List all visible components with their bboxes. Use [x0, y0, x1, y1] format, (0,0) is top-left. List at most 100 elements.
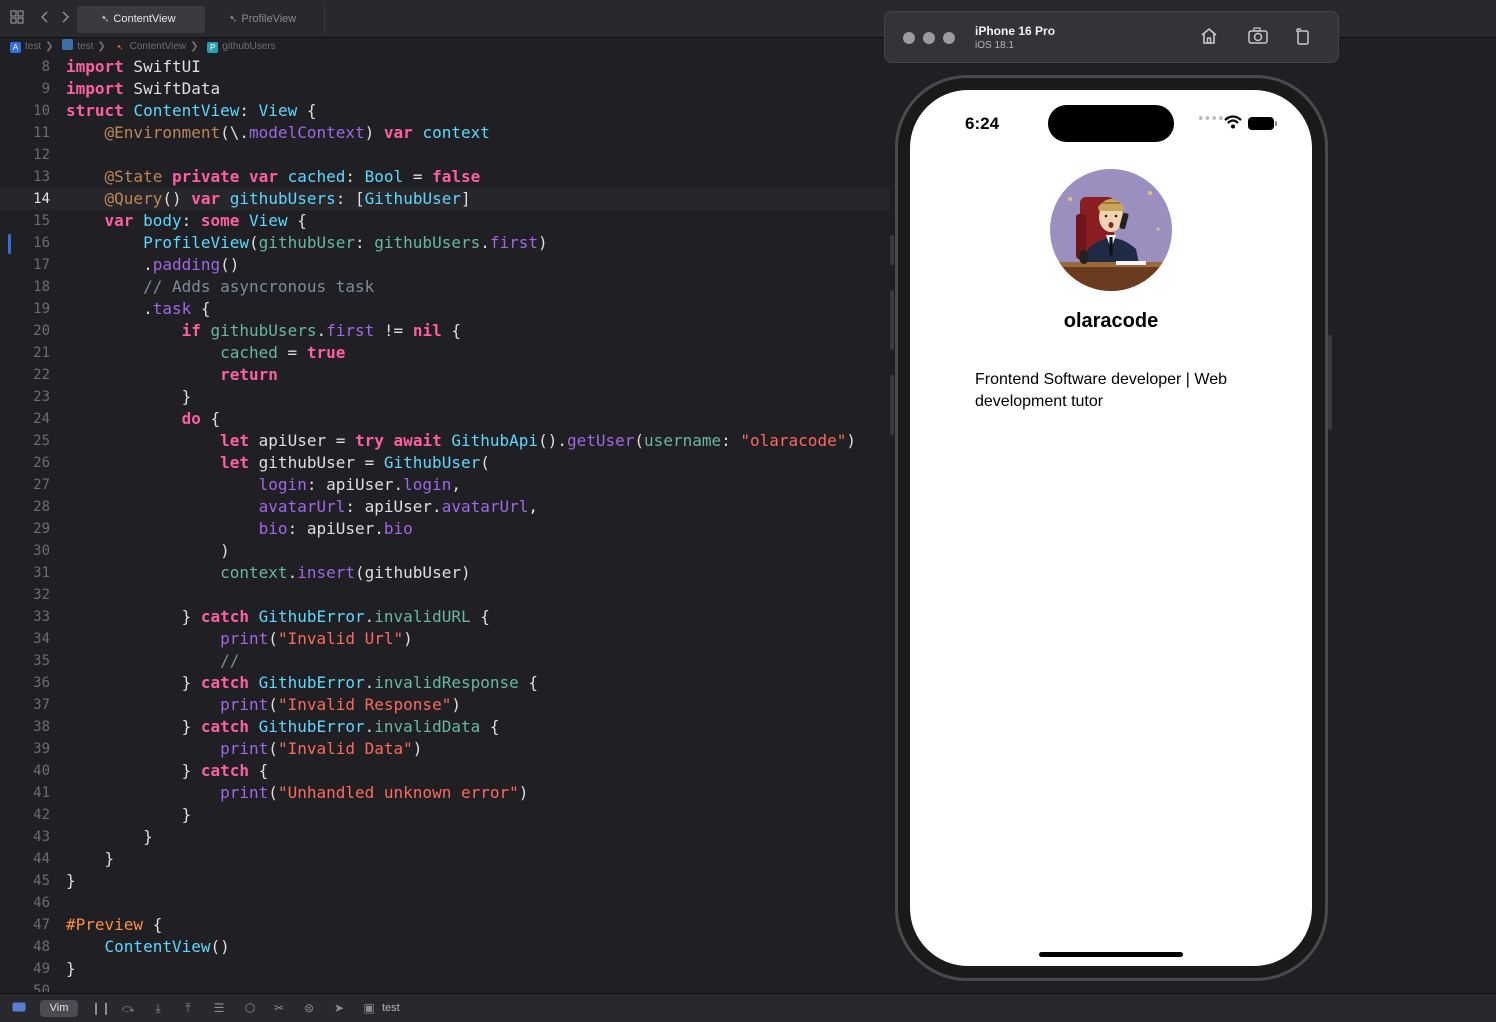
code-line[interactable]: 22 return: [0, 364, 890, 386]
code-text[interactable]: print("Invalid Data"): [66, 738, 422, 760]
code-text[interactable]: }: [66, 826, 153, 848]
code-text[interactable]: let apiUser = try await GithubApi().getU…: [66, 430, 856, 452]
code-line[interactable]: 13 @State private var cached: Bool = fal…: [0, 166, 890, 188]
code-line[interactable]: 43 }: [0, 826, 890, 848]
code-line[interactable]: 40 } catch {: [0, 760, 890, 782]
code-line[interactable]: 35 //: [0, 650, 890, 672]
code-text[interactable]: print("Invalid Response"): [66, 694, 461, 716]
code-text[interactable]: @State private var cached: Bool = false: [66, 166, 481, 188]
code-line[interactable]: 20 if githubUsers.first != nil {: [0, 320, 890, 342]
code-line[interactable]: 23 }: [0, 386, 890, 408]
breadcrumb-symbol[interactable]: githubUsers: [222, 38, 275, 56]
code-text[interactable]: let githubUser = GithubUser(: [66, 452, 490, 474]
rotate-icon[interactable]: [1291, 26, 1315, 50]
code-line[interactable]: 21 cached = true: [0, 342, 890, 364]
location-icon[interactable]: ➤: [332, 1001, 346, 1015]
code-text[interactable]: }: [66, 870, 76, 892]
code-text[interactable]: ContentView(): [66, 936, 230, 958]
code-line[interactable]: 36 } catch GithubError.invalidResponse {: [0, 672, 890, 694]
pause-icon[interactable]: ❙❙: [91, 1001, 111, 1015]
code-line[interactable]: 26 let githubUser = GithubUser(: [0, 452, 890, 474]
scheme-label[interactable]: test: [382, 1002, 400, 1014]
back-chevron-icon[interactable]: [36, 10, 54, 28]
code-text[interactable]: ProfileView(githubUser: githubUsers.firs…: [66, 232, 548, 254]
code-text[interactable]: .padding(): [66, 254, 239, 276]
code-line[interactable]: 14 @Query() var githubUsers: [GithubUser…: [0, 188, 890, 210]
code-line[interactable]: 39 print("Invalid Data"): [0, 738, 890, 760]
step-into-icon[interactable]: ⤓: [151, 1001, 165, 1015]
code-line[interactable]: 46: [0, 892, 890, 914]
step-out-icon[interactable]: ⤒: [181, 1001, 195, 1015]
power-button[interactable]: [1328, 335, 1332, 430]
code-text[interactable]: cached = true: [66, 342, 345, 364]
screenshot-icon[interactable]: [1246, 26, 1270, 50]
code-line[interactable]: 32: [0, 584, 890, 606]
volume-down-button[interactable]: [890, 375, 894, 435]
code-text[interactable]: login: apiUser.login,: [66, 474, 461, 496]
code-text[interactable]: return: [66, 364, 278, 386]
code-line[interactable]: 34 print("Invalid Url"): [0, 628, 890, 650]
code-text[interactable]: //: [66, 650, 239, 672]
code-text[interactable]: var body: some View {: [66, 210, 307, 232]
code-line[interactable]: 17 .padding(): [0, 254, 890, 276]
code-text[interactable]: print("Unhandled unknown error"): [66, 782, 528, 804]
code-text[interactable]: } catch {: [66, 760, 269, 782]
breadcrumb-folder[interactable]: test: [77, 38, 93, 56]
code-text[interactable]: .task {: [66, 298, 210, 320]
code-text[interactable]: import SwiftData: [66, 78, 220, 100]
window-dot[interactable]: [943, 32, 955, 44]
code-line[interactable]: 48 ContentView(): [0, 936, 890, 958]
code-text[interactable]: bio: apiUser.bio: [66, 518, 413, 540]
vim-mode-badge[interactable]: Vim: [40, 1000, 78, 1017]
code-text[interactable]: import SwiftUI: [66, 56, 201, 78]
code-text[interactable]: ): [66, 540, 230, 562]
code-line[interactable]: 27 login: apiUser.login,: [0, 474, 890, 496]
code-editor[interactable]: 8 import SwiftUI 9 import SwiftData 10 struct…: [0, 56, 890, 992]
code-line[interactable]: 8 import SwiftUI: [0, 56, 890, 78]
code-line[interactable]: 42 }: [0, 804, 890, 826]
code-line[interactable]: 30 ): [0, 540, 890, 562]
code-line[interactable]: 16 ProfileView(githubUser: githubUsers.f…: [0, 232, 890, 254]
code-line[interactable]: 25 let apiUser = try await GithubApi().g…: [0, 430, 890, 452]
code-text[interactable]: } catch GithubError.invalidURL {: [66, 606, 490, 628]
code-line[interactable]: 45}: [0, 870, 890, 892]
code-line[interactable]: 33 } catch GithubError.invalidURL {: [0, 606, 890, 628]
window-dot[interactable]: [923, 32, 935, 44]
code-text[interactable]: }: [66, 958, 76, 980]
code-line[interactable]: 19 .task {: [0, 298, 890, 320]
code-text[interactable]: }: [66, 848, 115, 870]
code-text[interactable]: avatarUrl: apiUser.avatarUrl,: [66, 496, 538, 518]
code-line[interactable]: 49}: [0, 958, 890, 980]
code-text[interactable]: } catch GithubError.invalidResponse {: [66, 672, 538, 694]
code-text[interactable]: context.insert(githubUser): [66, 562, 470, 584]
code-line[interactable]: 41 print("Unhandled unknown error"): [0, 782, 890, 804]
step-over-icon[interactable]: ⤼: [121, 1001, 135, 1015]
tab-contentview[interactable]: ➷ ContentView: [77, 6, 205, 33]
breadcrumb-file[interactable]: ContentView: [130, 38, 187, 56]
code-line[interactable]: 12: [0, 144, 890, 166]
code-text[interactable]: // Adds asyncronous task: [66, 276, 374, 298]
code-text[interactable]: } catch GithubError.invalidData {: [66, 716, 500, 738]
home-indicator[interactable]: [1039, 952, 1183, 957]
code-text[interactable]: }: [66, 804, 192, 826]
code-line[interactable]: 10 struct ContentView: View {: [0, 100, 890, 122]
code-text[interactable]: if githubUsers.first != nil {: [66, 320, 461, 342]
code-line[interactable]: 15 var body: some View {: [0, 210, 890, 232]
code-line[interactable]: 44 }: [0, 848, 890, 870]
breadcrumb-project[interactable]: test: [25, 38, 41, 56]
tab-profileview[interactable]: ➷ ProfileView: [205, 6, 325, 33]
code-line[interactable]: 24 do {: [0, 408, 890, 430]
code-text[interactable]: }: [66, 386, 192, 408]
view-hierarchy-icon[interactable]: ☰: [212, 1001, 226, 1015]
code-line[interactable]: 18 // Adds asyncronous task: [0, 276, 890, 298]
code-line[interactable]: 47 #Preview {: [0, 914, 890, 936]
toggle-panel-icon[interactable]: [12, 1001, 26, 1015]
code-text[interactable]: print("Invalid Url"): [66, 628, 413, 650]
grid-icon[interactable]: [8, 10, 26, 28]
code-text[interactable]: do {: [66, 408, 221, 430]
code-line[interactable]: 37 print("Invalid Response"): [0, 694, 890, 716]
code-line[interactable]: 28 avatarUrl: apiUser.avatarUrl,: [0, 496, 890, 518]
code-line[interactable]: 29 bio: apiUser.bio: [0, 518, 890, 540]
code-text[interactable]: #Preview {: [66, 914, 162, 936]
environment-overrides-icon[interactable]: ✂: [272, 1001, 286, 1015]
